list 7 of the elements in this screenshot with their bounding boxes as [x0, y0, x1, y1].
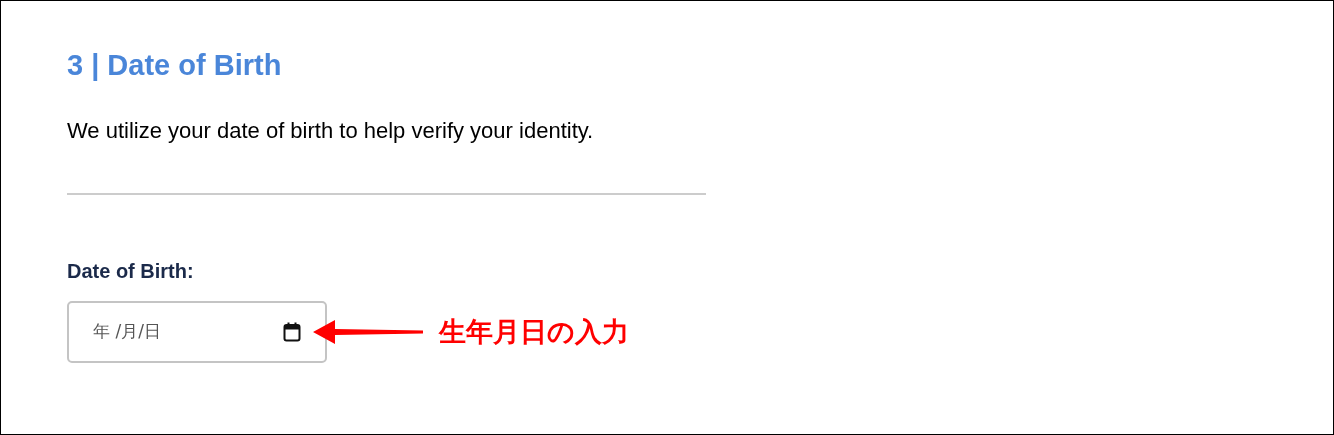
calendar-icon[interactable] [283, 322, 301, 342]
field-label: Date of Birth: [67, 259, 194, 284]
date-field[interactable]: 年 /月/日 [67, 301, 327, 363]
date-placeholder: 年 /月/日 [93, 320, 162, 344]
annotation-text: 生年月日の入力 [439, 315, 629, 349]
section-title: 3 | Date of Birth [67, 48, 282, 83]
description: We utilize your date of birth to help verify your identity. [67, 117, 594, 145]
